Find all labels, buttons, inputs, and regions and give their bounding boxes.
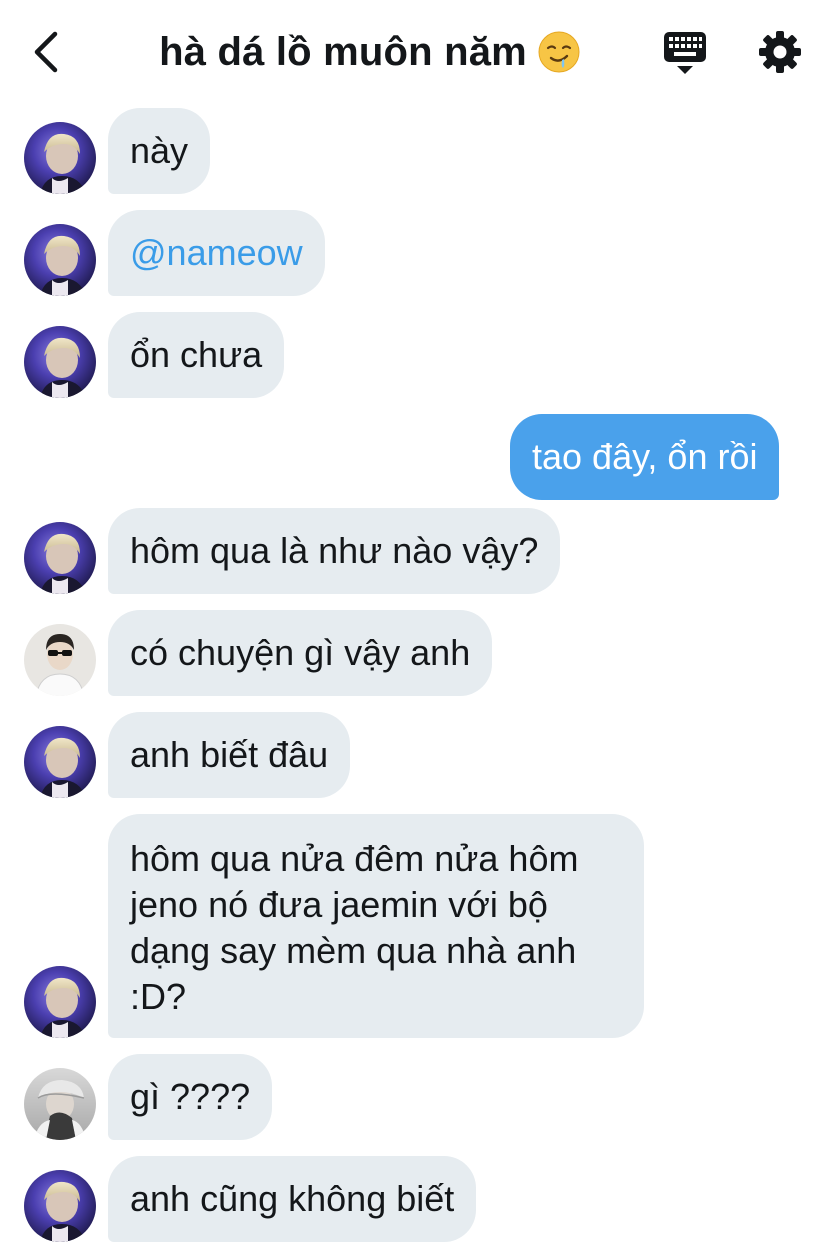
purple-portrait-avatar-icon [24,726,96,798]
message-text: ổn chưa [130,334,263,375]
conversation-title: hà dá lồ muôn năm [159,29,527,74]
purple-portrait-avatar-icon [24,522,96,594]
avatar[interactable] [24,1170,96,1242]
message-bubble[interactable]: @nameow [108,210,325,296]
avatar[interactable] [24,624,96,696]
message-bubble[interactable]: gì ???? [108,1054,273,1140]
purple-portrait-avatar-icon [24,326,96,398]
cap-portrait-avatar-icon [24,1068,96,1140]
gear-icon [759,31,801,73]
avatar[interactable] [24,522,96,594]
message-text-line: dạng say mèm qua nhà anh [130,930,577,971]
message-bubble[interactable]: anh biết đâu [108,712,351,798]
message-text: này [130,130,189,171]
purple-portrait-avatar-icon [24,122,96,194]
keyboard-button[interactable] [660,28,710,78]
settings-button[interactable] [756,28,804,76]
avatar[interactable] [24,122,96,194]
purple-portrait-avatar-icon [24,224,96,296]
message-text-line: :D? [130,976,187,1017]
chevron-left-icon [34,31,58,73]
message-bubble[interactable]: có chuyện gì vậy anh [108,610,493,696]
mention-link[interactable]: @nameow [130,230,303,276]
keyboard-icon [664,32,706,74]
message-bubble[interactable]: anh cũng không biết [108,1156,477,1242]
message-text: tao đây, ổn rồi [532,436,758,477]
message-bubble[interactable]: này [108,108,211,194]
avatar[interactable] [24,1068,96,1140]
message-bubble[interactable]: ổn chưa [108,312,285,398]
message-text: gì ???? [130,1076,251,1117]
message-bubble[interactable]: hôm qua nửa đêm nửa hôm jeno nó đưa jaem… [108,814,644,1038]
message-text-line: jeno nó đưa jaemin với bộ [130,884,548,925]
drooling-face-emoji-icon [538,31,580,73]
back-button[interactable] [22,26,70,78]
message-bubble[interactable]: hôm qua là như nào vậy? [108,508,561,594]
message-text: có chuyện gì vậy anh [130,632,471,673]
avatar[interactable] [24,326,96,398]
avatar[interactable] [24,726,96,798]
sunglasses-portrait-avatar-icon [24,624,96,696]
purple-portrait-avatar-icon [24,966,96,1038]
chat-header: hà dá lồ muôn năm [0,0,828,104]
conversation-title-group: hà dá lồ muôn năm [100,24,640,80]
outgoing-message-bubble[interactable]: tao đây, ổn rồi [510,414,780,500]
message-text: anh cũng không biết [130,1178,455,1219]
message-text-line: hôm qua nửa đêm nửa hôm [130,838,579,879]
purple-portrait-avatar-icon [24,1170,96,1242]
avatar[interactable] [24,224,96,296]
message-text: anh biết đâu [130,734,329,775]
message-text: hôm qua là như nào vậy? [130,530,539,571]
avatar[interactable] [24,966,96,1038]
